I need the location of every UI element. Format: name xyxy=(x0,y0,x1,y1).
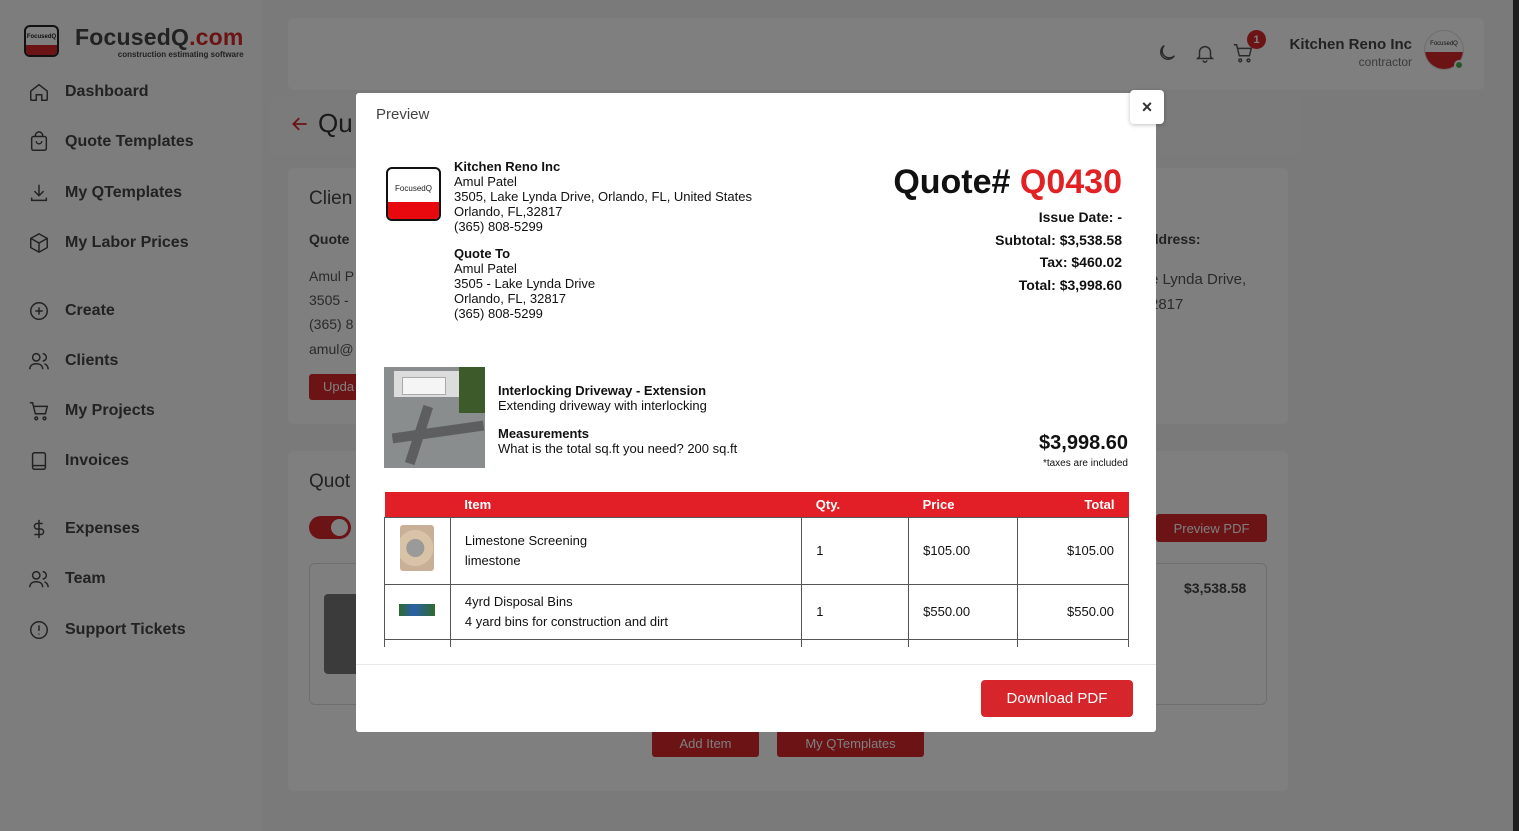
close-modal-button[interactable]: × xyxy=(1130,90,1164,124)
product-image xyxy=(384,367,485,468)
limestone-thumb xyxy=(400,524,435,571)
items-table[interactable]: Item Qty. Price Total Limestone Screenin… xyxy=(384,492,1129,647)
table-row: Limestone Screening limestone 1 $105.00 $… xyxy=(384,516,1129,585)
quote-to-block: Quote To Amul Patel 3505 - Lake Lynda Dr… xyxy=(454,246,596,321)
window-edge xyxy=(1513,0,1519,831)
product-details: Interlocking Driveway - Extension Extend… xyxy=(498,383,738,456)
subtotal: Subtotal: $3,538.58 xyxy=(995,232,1122,248)
taxes-note: *taxes are included xyxy=(1042,458,1128,469)
table-row xyxy=(384,638,1129,647)
product-total: $3,998.60 xyxy=(1039,432,1128,454)
quote-number: Quote# Q0430 xyxy=(893,163,1122,201)
tax: Tax: $460.02 xyxy=(1039,254,1122,270)
preview-modal: Preview FocusedQ Kitchen Reno Inc Amul P… xyxy=(356,93,1156,732)
table-row: 4yrd Disposal Bins 4 yard bins for constr… xyxy=(384,583,1129,640)
table-header-row: Item Qty. Price Total xyxy=(384,492,1129,517)
from-address-block: Kitchen Reno Inc Amul Patel 3505, Lake L… xyxy=(454,159,752,234)
total: Total: $3,998.60 xyxy=(1018,277,1122,293)
modal-title: Preview xyxy=(376,106,430,123)
download-pdf-button[interactable]: Download PDF xyxy=(981,680,1133,717)
modal-footer-divider xyxy=(356,664,1156,665)
company-logo: FocusedQ xyxy=(386,167,441,221)
close-icon: × xyxy=(1141,96,1153,117)
issue-date: Issue Date: - xyxy=(1038,209,1122,225)
bin-thumb xyxy=(399,603,436,616)
